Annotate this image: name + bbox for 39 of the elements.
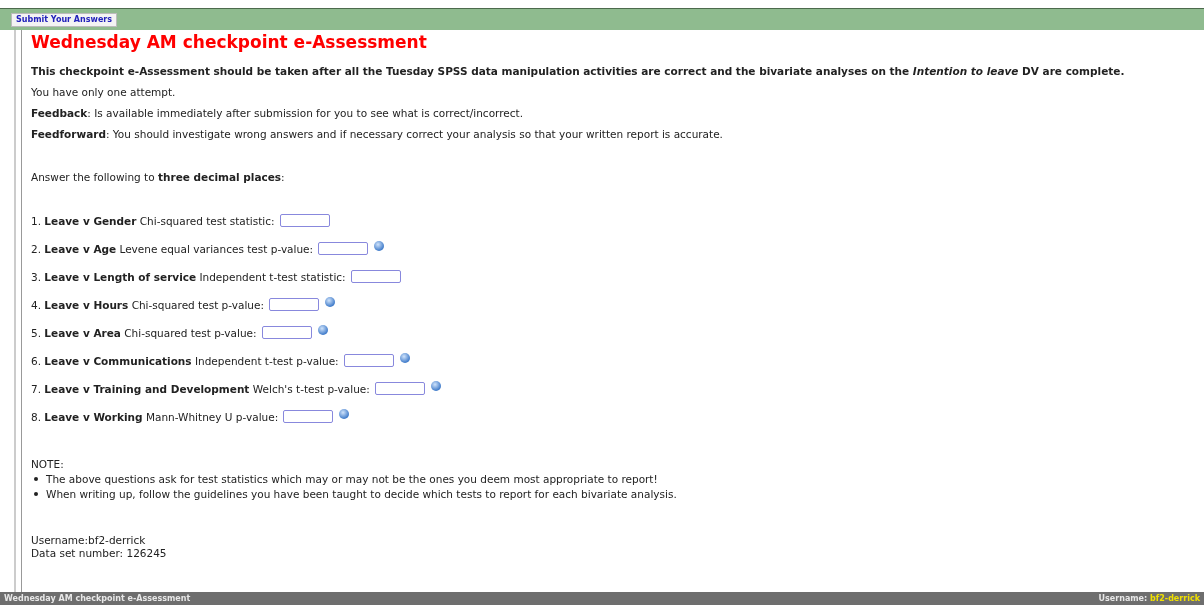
answer-field[interactable]	[279, 214, 330, 227]
question-label: 2. Leave v Age Levene equal variances test p-value:	[31, 242, 314, 255]
answer-field[interactable]	[374, 382, 425, 395]
info-icon[interactable]	[339, 408, 350, 419]
question-label: 7. Leave v Training and Development Welch's t-test p-value:	[31, 382, 370, 395]
answer-field[interactable]	[261, 326, 312, 339]
question-label: 8. Leave v Working Mann-Whitney U p-value:	[31, 410, 279, 423]
question-label: 1. Leave v Gender Chi-squared test statistic:	[31, 214, 275, 227]
answer-field[interactable]	[269, 298, 319, 311]
paragraph: Feedback: Is available immediately after submission for you to see what is correct/incorrect.	[31, 107, 524, 119]
bullet-icon	[34, 477, 38, 481]
instruction-text: Answer the following to three decimal places:	[31, 171, 286, 183]
info-icon[interactable]	[317, 324, 328, 335]
paragraph: You have only one attempt.	[31, 86, 177, 98]
question-label: 6. Leave v Communications Independent t-test p-value:	[31, 354, 339, 367]
question-label: 5. Leave v Area Chi-squared test p-value:	[31, 326, 257, 339]
info-icon[interactable]	[430, 380, 441, 391]
username-label: Username:	[1098, 594, 1148, 603]
answer-field[interactable]	[318, 242, 369, 255]
answer-field[interactable]	[283, 410, 334, 423]
info-icon[interactable]	[399, 352, 410, 363]
answer-field[interactable]	[343, 354, 394, 367]
question-label: 3. Leave v Length of service Independent t-test statistic:	[31, 270, 346, 283]
intro-text: This checkpoint e-Assessment should be taken after all the Tuesday SPSS data manipulation activities are correct and the bivariate analyses on the Intention to leave DV are complete.	[31, 65, 1126, 77]
question-label: 4. Leave v Hours Chi-squared test p-value:	[31, 298, 264, 311]
username-text: bf2-derrick	[1150, 594, 1200, 603]
note-text: When writing up, follow the guidelines you have been taught to decide which tests to report for each bivariate analysis.	[46, 488, 677, 500]
status-title: Wednesday AM checkpoint e-Assessment	[4, 594, 191, 603]
user-info-text: Username:bf2-derrick	[31, 534, 147, 547]
page-title: Wednesday AM checkpoint e-Assessment	[31, 32, 428, 52]
paragraph: Feedforward: You should investigate wrong answers and if necessary correct your analysis so that your written report is accurate.	[31, 128, 724, 140]
info-icon[interactable]	[325, 296, 335, 307]
bullet-icon	[34, 492, 38, 496]
submit-button[interactable]: Submit Your Answers	[11, 12, 118, 27]
note-text: The above questions ask for test statistics which may or may not be the ones you deem most appropriate to report!	[46, 473, 658, 485]
answer-field[interactable]	[350, 270, 401, 283]
note-heading: NOTE:	[31, 458, 65, 470]
info-icon[interactable]	[374, 240, 385, 251]
user-info-text: Data set number: 126245	[31, 547, 168, 560]
